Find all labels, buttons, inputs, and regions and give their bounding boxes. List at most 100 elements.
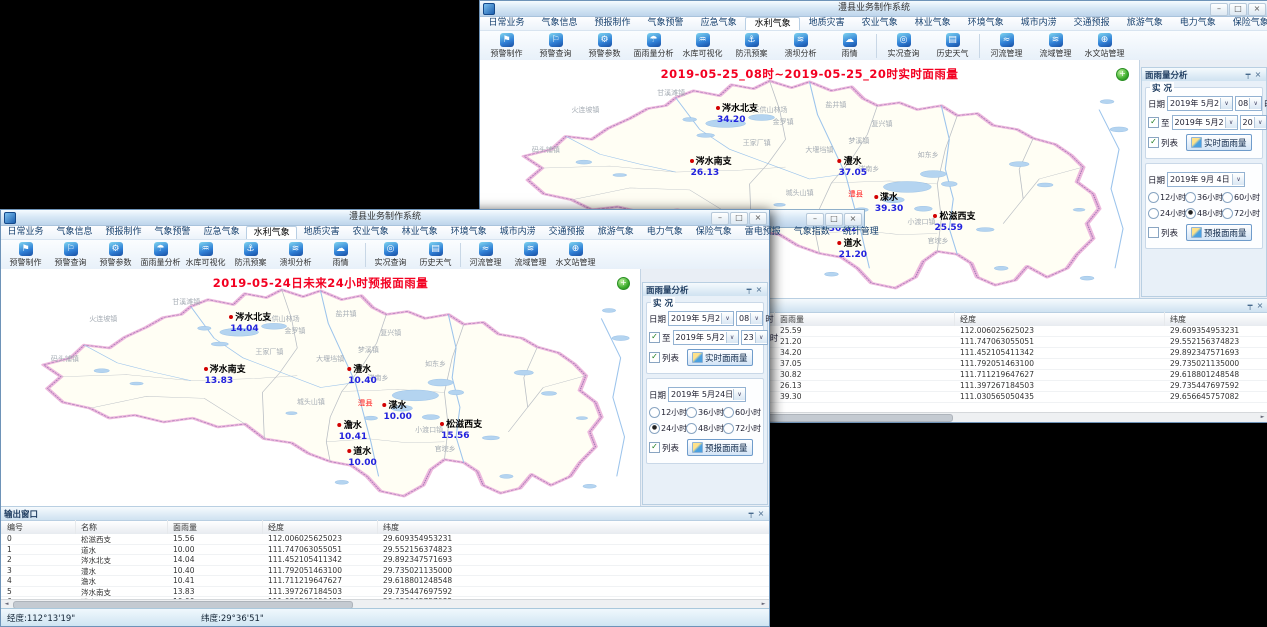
- chevron-down-icon[interactable]: ∨: [726, 332, 738, 343]
- menu-tab[interactable]: 农业气象: [346, 226, 395, 239]
- duration-radio[interactable]: 72小时: [1222, 208, 1259, 219]
- menu-tab[interactable]: 水利气象: [246, 226, 297, 239]
- chevron-down-icon[interactable]: ∨: [750, 313, 762, 324]
- close-icon[interactable]: ×: [1253, 70, 1263, 79]
- live-rainfall-button[interactable]: 实时面雨量: [1186, 134, 1252, 151]
- tool-reservoir-visualization[interactable]: ♒ 水库可视化: [678, 33, 727, 59]
- duration-radio[interactable]: 36小时: [1185, 192, 1222, 203]
- menu-tab[interactable]: 应急气象: [692, 17, 745, 30]
- map-tool-button[interactable]: +: [1116, 68, 1129, 81]
- start-date-select[interactable]: 2019年 5月25日∨: [1167, 96, 1233, 111]
- tool-dam-break-analysis[interactable]: ≋ 溃坝分析: [776, 33, 825, 59]
- tool-alert-query[interactable]: ⚐ 预警查询: [48, 242, 93, 268]
- menu-tab[interactable]: 电力气象: [1171, 17, 1224, 30]
- forecast-rainfall-button[interactable]: 预报面雨量: [687, 439, 753, 456]
- end-hour-select[interactable]: 23∨: [741, 330, 768, 345]
- scroll-right-icon[interactable]: ►: [1258, 414, 1267, 421]
- table-row[interactable]: 2涔水北支 14.04111.452105411342 29.892347571…: [1, 555, 769, 566]
- start-date-select[interactable]: 2019年 5月25日∨: [668, 311, 734, 326]
- menu-tab[interactable]: 水利气象: [745, 17, 800, 30]
- tool-live-query[interactable]: ◎ 实况查询: [879, 33, 928, 59]
- menu-tab[interactable]: 统计管理: [836, 226, 885, 239]
- minimize-button[interactable]: –: [1210, 3, 1228, 16]
- duration-radio[interactable]: 48小时: [686, 423, 723, 434]
- minimize-button[interactable]: –: [806, 213, 824, 226]
- duration-radio[interactable]: 60小时: [1222, 192, 1259, 203]
- menu-tab[interactable]: 预报制作: [99, 226, 148, 239]
- pin-icon[interactable]: ┯: [1243, 70, 1253, 79]
- tool-basin-management[interactable]: ≋ 流域管理: [508, 242, 553, 268]
- end-date-select[interactable]: 2019年 5月25日∨: [673, 330, 739, 345]
- tool-alert-params[interactable]: ⚙ 预警参数: [580, 33, 629, 59]
- tool-rain-info[interactable]: ☁ 雨情: [318, 242, 363, 268]
- forecast-date-select[interactable]: 2019年 9月 4日∨: [1167, 172, 1245, 187]
- scroll-left-icon[interactable]: ◄: [2, 601, 11, 608]
- duration-radio[interactable]: ●48小时: [1185, 208, 1222, 219]
- close-button[interactable]: ×: [749, 212, 767, 225]
- pin-icon[interactable]: ┯: [1245, 301, 1255, 310]
- table-row[interactable]: 1道水 10.00111.747063055051 29.55215637482…: [1, 545, 769, 556]
- menu-tab[interactable]: 城市内涝: [1012, 17, 1065, 30]
- tool-flood-plan[interactable]: ⚓ 防汛预案: [228, 242, 273, 268]
- tool-river-management[interactable]: ≈ 河流管理: [463, 242, 508, 268]
- menu-tab[interactable]: 地质灾害: [800, 17, 853, 30]
- start-hour-select[interactable]: 08∨: [1235, 96, 1262, 111]
- chevron-down-icon[interactable]: ∨: [1254, 117, 1266, 128]
- scroll-right-icon[interactable]: ►: [759, 601, 768, 608]
- pin-icon[interactable]: ┯: [746, 509, 756, 518]
- forecast-date-select[interactable]: 2019年 5月24日∨: [668, 387, 746, 402]
- chevron-down-icon[interactable]: ∨: [1232, 174, 1244, 185]
- menu-tab[interactable]: 气象指数: [787, 226, 836, 239]
- menu-tab[interactable]: 电力气象: [640, 226, 689, 239]
- menu-tab[interactable]: 气象预警: [639, 17, 692, 30]
- menu-tab[interactable]: 日常业务: [480, 17, 533, 30]
- tool-history-weather[interactable]: ▤ 历史天气: [928, 33, 977, 59]
- maximize-button[interactable]: □: [1229, 3, 1247, 16]
- titlebar[interactable]: 澧县业务制作系统 – □ ×: [480, 1, 1267, 17]
- map-canvas[interactable]: 2019-05-24日未来24小时预报面雨量 + 甘溪滩镇 火连坡镇 码头铺镇 …: [1, 269, 640, 506]
- menu-tab[interactable]: 环境气象: [444, 226, 493, 239]
- table-row[interactable]: 5涔水南支 13.83111.397267184503 29.735447697…: [1, 587, 769, 598]
- chevron-down-icon[interactable]: ∨: [721, 313, 733, 324]
- menu-tab[interactable]: 城市内涝: [493, 226, 542, 239]
- close-icon[interactable]: ×: [1255, 301, 1265, 310]
- tool-area-rainfall-analysis[interactable]: ☂ 面雨量分析: [629, 33, 678, 59]
- tool-alert-create[interactable]: ⚑ 预警制作: [482, 33, 531, 59]
- duration-radio[interactable]: 24小时: [1148, 208, 1185, 219]
- menu-tab[interactable]: 环境气象: [959, 17, 1012, 30]
- close-icon[interactable]: ×: [754, 285, 764, 294]
- list-checkbox[interactable]: ✓: [1148, 137, 1159, 148]
- menu-tab[interactable]: 地质灾害: [297, 226, 346, 239]
- end-hour-select[interactable]: 20∨: [1240, 115, 1267, 130]
- duration-radio[interactable]: 72小时: [723, 423, 760, 434]
- tool-dam-break-analysis[interactable]: ≋ 溃坝分析: [273, 242, 318, 268]
- table-row[interactable]: 4澹水 10.41111.711219647627 29.61880124854…: [1, 576, 769, 587]
- menu-tab[interactable]: 应急气象: [197, 226, 246, 239]
- tool-hydro-station-management[interactable]: ⊕ 水文站管理: [1080, 33, 1129, 59]
- menu-tab[interactable]: 林业气象: [906, 17, 959, 30]
- duration-radio[interactable]: 12小时: [1148, 192, 1185, 203]
- duration-radio[interactable]: 12小时: [649, 407, 686, 418]
- duration-radio[interactable]: ●24小时: [649, 423, 686, 434]
- tool-live-query[interactable]: ◎ 实况查询: [368, 242, 413, 268]
- chevron-down-icon[interactable]: ∨: [755, 332, 767, 343]
- menu-tab[interactable]: 保险气象: [689, 226, 738, 239]
- menu-tab[interactable]: 气象预警: [148, 226, 197, 239]
- list-checkbox[interactable]: ✓: [649, 442, 660, 453]
- list-checkbox[interactable]: ✓: [649, 352, 660, 363]
- pin-icon[interactable]: ┯: [744, 285, 754, 294]
- tool-alert-query[interactable]: ⚐ 预警查询: [531, 33, 580, 59]
- menu-tab[interactable]: 旅游气象: [591, 226, 640, 239]
- tool-alert-params[interactable]: ⚙ 预警参数: [93, 242, 138, 268]
- menu-tab[interactable]: 气象信息: [50, 226, 99, 239]
- tool-basin-management[interactable]: ≋ 流域管理: [1031, 33, 1080, 59]
- to-checkbox[interactable]: ✓: [649, 332, 660, 343]
- tool-reservoir-visualization[interactable]: ♒ 水库可视化: [183, 242, 228, 268]
- duration-radio[interactable]: 36小时: [686, 407, 723, 418]
- tool-area-rainfall-analysis[interactable]: ☂ 面雨量分析: [138, 242, 183, 268]
- menu-tab[interactable]: 农业气象: [853, 17, 906, 30]
- list-checkbox[interactable]: [1148, 227, 1159, 238]
- menu-tab[interactable]: 交通预报: [1065, 17, 1118, 30]
- close-button[interactable]: ×: [844, 213, 862, 226]
- table-row[interactable]: 0松滋西支 15.56112.006025625023 29.609354953…: [1, 534, 769, 545]
